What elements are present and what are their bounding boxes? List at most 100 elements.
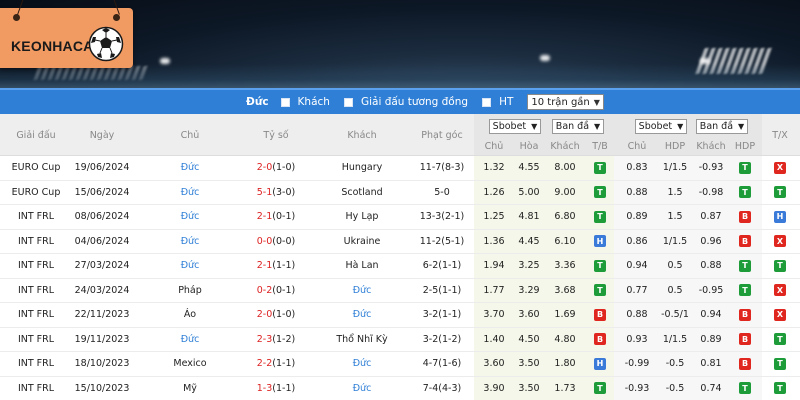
league-cell[interactable]: INT FRL bbox=[0, 303, 72, 327]
away-team-cell[interactable]: Thổ Nhĩ Kỳ bbox=[322, 328, 402, 352]
league-cell[interactable]: INT FRL bbox=[0, 279, 72, 303]
table-row[interactable]: INT FRL 19/11/2023 Đức 2-3 (1-2) Thổ Nhĩ Kỳ 3-… bbox=[0, 327, 800, 352]
hdp-line: -0.5 bbox=[665, 358, 685, 370]
odds-draw: 4.81 bbox=[518, 211, 540, 223]
hdp-home: 0.86 bbox=[626, 235, 648, 247]
table-row[interactable]: INT FRL 24/03/2024 Pháp 0-2 (0-1) Đức 2-5(1-1)… bbox=[0, 278, 800, 303]
tb-badge: H bbox=[594, 235, 606, 248]
league-cell[interactable]: EURO Cup bbox=[0, 156, 72, 180]
bettype-select-1[interactable]: Ban đầ ▼ bbox=[551, 118, 605, 134]
away-team-cell[interactable]: Đức bbox=[322, 303, 402, 327]
score-cell[interactable]: 5-1 (3-0) bbox=[240, 181, 312, 205]
date-cell: 22/11/2023 bbox=[74, 309, 130, 321]
table-row[interactable]: INT FRL 18/10/2023 Mexico 2-2 (1-1) Đức 4-7(1-… bbox=[0, 352, 800, 377]
home-team-cell[interactable]: Áo bbox=[160, 303, 220, 327]
table-row[interactable]: INT FRL 27/03/2024 Đức 2-1 (1-1) Hà Lan 6-2(1-… bbox=[0, 254, 800, 279]
tx-cell: X bbox=[764, 156, 796, 180]
home-team-cell[interactable]: Mexico bbox=[160, 352, 220, 376]
bookmaker-select-1[interactable]: Sbobet ▼ bbox=[488, 118, 542, 134]
table-row[interactable]: EURO Cup 19/06/2024 Đức 2-0 (1-0) Hungary 11-7… bbox=[0, 156, 800, 181]
bookmaker-select-2[interactable]: Sbobet ▼ bbox=[634, 118, 688, 134]
bettype-select-2[interactable]: Ban đầ ▼ bbox=[695, 118, 749, 134]
tb-cell: T bbox=[588, 254, 612, 278]
away-team-cell[interactable]: Đức bbox=[322, 352, 402, 376]
tb-cell: T bbox=[588, 156, 612, 180]
odds-draw: 3.50 bbox=[518, 382, 540, 394]
league-cell[interactable]: INT FRL bbox=[0, 377, 72, 400]
away-team-cell[interactable]: Hà Lan bbox=[322, 254, 402, 278]
league-cell[interactable]: INT FRL bbox=[0, 205, 72, 229]
score-cell[interactable]: 0-2 (0-1) bbox=[240, 279, 312, 303]
hdp-away: 0.89 bbox=[700, 333, 722, 345]
away-checkbox[interactable] bbox=[280, 97, 290, 107]
hdp-home: -0.99 bbox=[624, 358, 650, 370]
league-cell[interactable]: INT FRL bbox=[0, 328, 72, 352]
tb-badge: T bbox=[594, 284, 606, 297]
home-team-cell[interactable]: Đức bbox=[160, 328, 220, 352]
away-team-cell[interactable]: Đức bbox=[322, 279, 402, 303]
away-team-cell[interactable]: Scotland bbox=[322, 181, 402, 205]
odds-away: 3.36 bbox=[554, 260, 576, 272]
tx-badge: T bbox=[774, 357, 786, 370]
home-team-cell[interactable]: Đức bbox=[160, 156, 220, 180]
tb-badge: T bbox=[594, 161, 606, 174]
home-team-cell[interactable]: Mỹ bbox=[160, 377, 220, 400]
hdp-away: -0.93 bbox=[698, 162, 724, 174]
tb-badge: H bbox=[594, 357, 606, 370]
tx-cell: X bbox=[764, 279, 796, 303]
home-team-cell[interactable]: Đức bbox=[160, 205, 220, 229]
odds-away: 4.80 bbox=[554, 333, 576, 345]
away-team-cell[interactable]: Ukraine bbox=[322, 230, 402, 254]
home-team-cell[interactable]: Pháp bbox=[160, 279, 220, 303]
filter-bar: Đức Khách Giải đấu tương đồng HT 10 trận… bbox=[0, 88, 800, 114]
table-row[interactable]: INT FRL 04/06/2024 Đức 0-0 (0-0) Ukraine 11-2(… bbox=[0, 229, 800, 254]
league-cell[interactable]: EURO Cup bbox=[0, 181, 72, 205]
league-cell[interactable]: INT FRL bbox=[0, 254, 72, 278]
away-team-cell[interactable]: Hungary bbox=[322, 156, 402, 180]
bookmaker-select-1-value: Sbobet bbox=[492, 120, 527, 132]
table-row[interactable]: INT FRL 15/10/2023 Mỹ 1-3 (1-1) Đức 7-4(4-3) 3.… bbox=[0, 376, 800, 400]
hdp-result-cell: T bbox=[733, 377, 757, 400]
odds-away: 1.73 bbox=[554, 382, 576, 394]
table-row[interactable]: EURO Cup 15/06/2024 Đức 5-1 (3-0) Scotland 5-0… bbox=[0, 180, 800, 205]
home-team-cell[interactable]: Đức bbox=[160, 230, 220, 254]
same-league-checkbox[interactable] bbox=[343, 97, 353, 107]
table-row[interactable]: INT FRL 22/11/2023 Áo 2-0 (1-0) Đức 3-2(1-1) 3.… bbox=[0, 303, 800, 328]
bettype-select-2-value: Ban đầ bbox=[699, 120, 734, 132]
tb-cell: T bbox=[588, 377, 612, 400]
score-cell[interactable]: 2-3 (1-2) bbox=[240, 328, 312, 352]
site-logo[interactable]: KEONHACAI bbox=[0, 0, 133, 68]
away-team-cell[interactable]: Hy Lạp bbox=[322, 205, 402, 229]
hdp-away: 0.94 bbox=[700, 309, 722, 321]
score-cell[interactable]: 1-3 (1-1) bbox=[240, 377, 312, 400]
score-cell[interactable]: 2-2 (1-1) bbox=[240, 352, 312, 376]
home-team-cell[interactable]: Đức bbox=[160, 254, 220, 278]
score-cell[interactable]: 0-0 (0-0) bbox=[240, 230, 312, 254]
hdp-away: 0.81 bbox=[700, 358, 722, 370]
match-count-select[interactable]: 10 trận gần ▼ bbox=[527, 94, 604, 110]
date-cell: 04/06/2024 bbox=[74, 235, 130, 247]
score-cell[interactable]: 2-0 (1-0) bbox=[240, 156, 312, 180]
odds-home: 1.26 bbox=[483, 186, 505, 198]
score-cell[interactable]: 2-1 (1-1) bbox=[240, 254, 312, 278]
home-team-cell[interactable]: Đức bbox=[160, 181, 220, 205]
ht-checkbox[interactable] bbox=[482, 97, 492, 107]
league-cell[interactable]: INT FRL bbox=[0, 352, 72, 376]
score-cell[interactable]: 2-0 (1-0) bbox=[240, 303, 312, 327]
tx-badge: T bbox=[774, 382, 786, 395]
full-time-score: 0-2 bbox=[256, 284, 273, 296]
odds-home: 1.94 bbox=[483, 260, 505, 272]
away-team-cell[interactable]: Đức bbox=[322, 377, 402, 400]
hdp-result-badge: B bbox=[739, 235, 751, 248]
table-row[interactable]: INT FRL 08/06/2024 Đức 2-1 (0-1) Hy Lạp 13-3(2… bbox=[0, 205, 800, 230]
tb-cell: B bbox=[588, 303, 612, 327]
hdp-line: 1.5 bbox=[667, 211, 683, 223]
tx-badge: T bbox=[774, 186, 786, 199]
header-odds-away: Khách bbox=[550, 140, 580, 152]
odds-draw: 4.45 bbox=[518, 235, 540, 247]
date-cell: 15/10/2023 bbox=[74, 382, 130, 394]
chevron-down-icon: ▼ bbox=[531, 121, 538, 131]
hdp-home: 0.88 bbox=[626, 309, 648, 321]
score-cell[interactable]: 2-1 (0-1) bbox=[240, 205, 312, 229]
league-cell[interactable]: INT FRL bbox=[0, 230, 72, 254]
